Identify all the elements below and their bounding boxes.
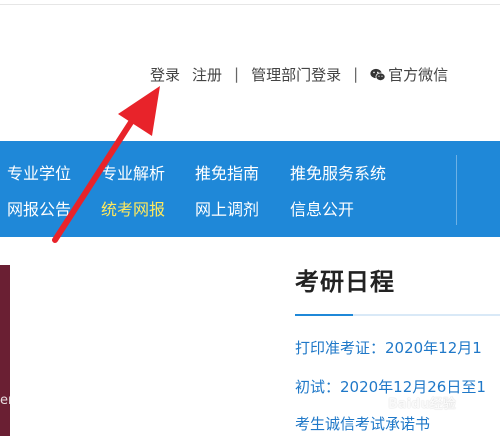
schedule-title: 考研日程 [295,268,395,296]
schedule-item[interactable]: 打印准考证：2020年12月1 [295,337,482,358]
nav-item-professional-degree[interactable]: 专业学位 [7,160,71,184]
nav-item-online-adjustment[interactable]: 网上调剂 [195,196,259,220]
banner-image[interactable] [0,265,10,436]
wechat-link[interactable]: 官方微信 [370,64,448,85]
schedule-item[interactable]: 考生诚信考试承诺书 [295,413,430,434]
separator: | [234,65,240,83]
nav-item-recommendation-guide[interactable]: 推免指南 [195,160,259,184]
wechat-icon [370,68,386,81]
nav-item-major-analysis[interactable]: 专业解析 [101,160,165,184]
main-nav: 专业学位 专业解析 推免指南 推免服务系统 网报公告 统考网报 网上调剂 信息公… [0,141,500,237]
top-link-bar: 登录 注册 | 管理部门登录 | 官方微信 [150,61,448,87]
login-link[interactable]: 登录 [150,64,180,85]
wechat-label: 官方微信 [388,65,449,84]
watermark: Baidu经验 [388,397,456,412]
separator: | [353,65,359,83]
nav-item-information-disclosure[interactable]: 信息公开 [290,196,354,220]
nav-item-exam-registration[interactable]: 统考网报 [101,196,165,220]
admin-login-link[interactable]: 管理部门登录 [251,64,341,85]
register-link[interactable]: 注册 [192,64,222,85]
nav-divider [456,155,457,225]
schedule-divider-accent [295,314,353,316]
banner-text: er [0,393,14,408]
nav-item-registration-notice[interactable]: 网报公告 [7,196,71,220]
top-divider [0,4,500,5]
nav-item-recommendation-system[interactable]: 推免服务系统 [290,160,386,184]
